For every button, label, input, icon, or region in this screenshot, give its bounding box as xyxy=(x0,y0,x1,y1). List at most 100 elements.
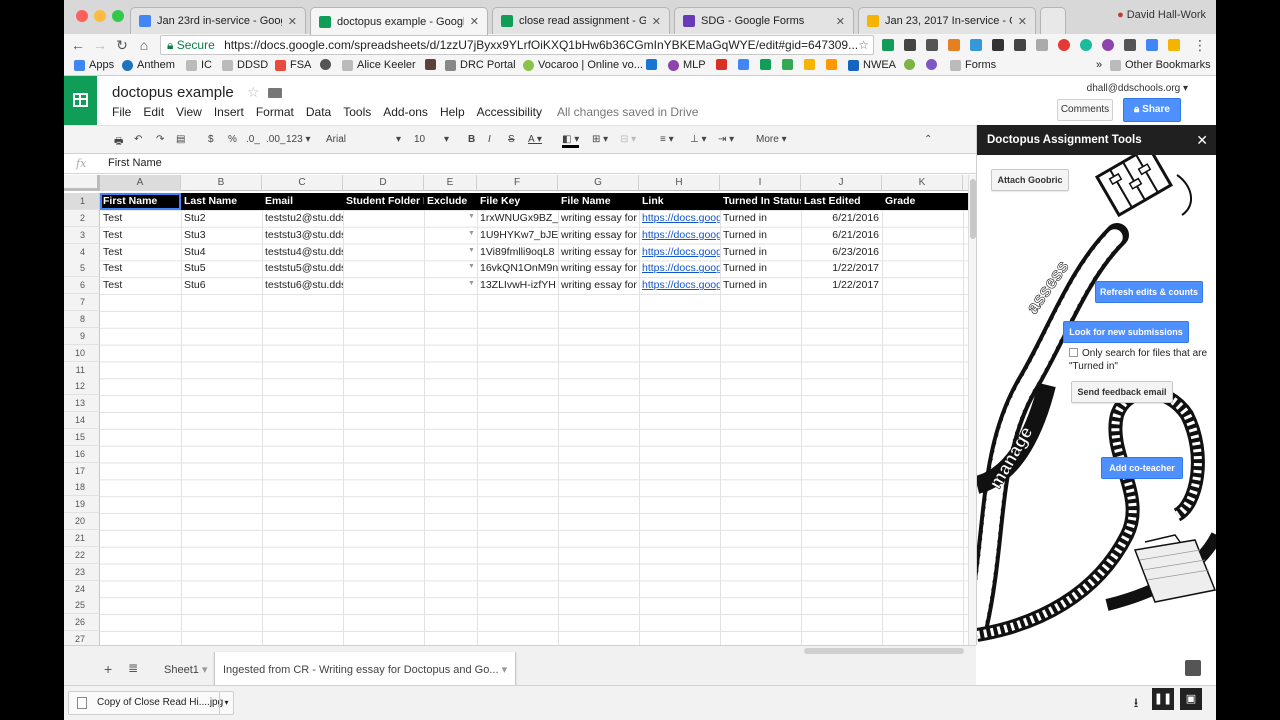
row-header[interactable]: 19 xyxy=(64,496,100,514)
table-cell[interactable]: 6/21/2016 xyxy=(801,210,882,227)
dropdown-arrow-icon[interactable]: ▼ xyxy=(468,280,475,287)
k-bookmark-icon[interactable] xyxy=(425,59,440,70)
table-cell[interactable]: Test xyxy=(100,260,181,277)
bookmark-nwea[interactable]: NWEA xyxy=(848,59,896,71)
table-cell[interactable]: Turned in xyxy=(720,260,801,277)
browser-tab-4[interactable]: SDG - Google Forms ✕ xyxy=(674,7,854,34)
bookmark-mlp[interactable]: MLP xyxy=(668,59,706,71)
table-cell[interactable] xyxy=(882,277,963,294)
table-cell[interactable] xyxy=(882,227,963,244)
row-header[interactable]: 26 xyxy=(64,614,100,632)
header-cell[interactable]: Link xyxy=(639,193,720,210)
table-cell[interactable]: 1/22/2017 xyxy=(801,260,882,277)
close-tab-icon[interactable]: ✕ xyxy=(1018,15,1027,28)
column-header-i[interactable]: I xyxy=(720,175,801,191)
table-cell[interactable] xyxy=(882,244,963,261)
column-header-f[interactable]: F xyxy=(477,175,558,191)
bookmark-other[interactable]: Other Bookmarks xyxy=(1110,59,1211,71)
home-icon[interactable]: ⌂ xyxy=(134,36,154,54)
bold-icon[interactable]: B xyxy=(468,134,475,145)
menu-edit[interactable]: Edit xyxy=(143,105,164,121)
bookmark-anthem[interactable]: Anthem xyxy=(122,59,175,71)
calendar-bookmark-icon[interactable] xyxy=(738,59,753,70)
increase-decimal-button[interactable]: .00_ xyxy=(266,134,285,145)
row-header[interactable]: 6 xyxy=(64,277,100,295)
forward-arrow-icon[interactable]: → xyxy=(90,36,110,54)
column-header-k[interactable]: K xyxy=(882,175,963,191)
header-cell[interactable]: Email xyxy=(262,193,343,210)
browser-tab-1[interactable]: Jan 23rd in-service - Google D ✕ xyxy=(130,7,306,34)
row-header[interactable]: 18 xyxy=(64,479,100,497)
table-cell[interactable] xyxy=(343,227,424,244)
share-button[interactable]: 🔒︎ Share xyxy=(1123,98,1181,122)
row-header[interactable]: 9 xyxy=(64,327,100,345)
column-header-h[interactable]: H xyxy=(639,175,720,191)
extension-icon[interactable] xyxy=(1168,39,1180,51)
header-cell[interactable]: Student Folder K xyxy=(343,193,424,210)
row-header[interactable]: 23 xyxy=(64,563,100,581)
picture-in-picture-icon[interactable]: ▣ xyxy=(1180,688,1202,710)
browser-tab-2[interactable]: doctopus example - Google Sh ✕ xyxy=(310,7,488,35)
sites-bookmark-icon[interactable] xyxy=(804,59,819,70)
header-cell[interactable]: Turned In Status xyxy=(720,193,801,210)
browser-tab-5[interactable]: Jan 23, 2017 In-service - Goo ✕ xyxy=(858,7,1036,34)
vertical-align-icon[interactable]: ⊥ ▾ xyxy=(690,134,707,145)
turned-in-filter[interactable]: Only search for files that are "Turned i… xyxy=(1069,347,1209,373)
row-header[interactable]: 27 xyxy=(64,631,100,645)
formula-bar[interactable]: fx First Name xyxy=(64,154,976,174)
table-cell[interactable]: Test xyxy=(100,244,181,261)
close-window-icon[interactable] xyxy=(76,10,88,22)
row-header[interactable]: 2 xyxy=(64,209,100,227)
reload-icon[interactable]: ↻ xyxy=(112,36,132,54)
menu-view[interactable]: View xyxy=(176,105,202,121)
menu-accessibility[interactable]: Accessibility xyxy=(477,105,542,121)
table-cell[interactable]: writing essay for xyxy=(558,260,639,277)
header-cell[interactable]: First Name xyxy=(100,193,181,210)
row-header[interactable]: 8 xyxy=(64,310,100,328)
table-cell[interactable]: 1Vi89fmlli9oqL8 xyxy=(477,244,558,261)
scrollbar-thumb[interactable] xyxy=(804,648,964,654)
sheet-tab-sheet1[interactable]: Sheet1 ▾ xyxy=(156,652,215,686)
zoom-window-icon[interactable] xyxy=(112,10,124,22)
spreadsheet-grid[interactable]: A B C D E F G H I J K 1 2 3 4 5 6 7 8 9 10 11 12 13 1… xyxy=(64,175,968,645)
header-cell[interactable]: Last Name xyxy=(181,193,262,210)
new-tab-button[interactable] xyxy=(1040,7,1066,34)
attach-goobric-button[interactable]: Attach Goobric xyxy=(991,169,1069,191)
column-header-b[interactable]: B xyxy=(181,175,262,191)
extension-icon[interactable] xyxy=(1058,39,1070,51)
print-icon[interactable]: 🖶︎ xyxy=(114,134,123,151)
bookmark-star-icon[interactable]: ☆ xyxy=(858,36,869,54)
menu-file[interactable]: File xyxy=(112,105,131,121)
table-cell[interactable]: 6/21/2016 xyxy=(801,227,882,244)
dropdown-arrow-icon[interactable]: ▼ xyxy=(468,230,475,237)
row-header[interactable]: 12 xyxy=(64,378,100,396)
add-sheet-icon[interactable]: + xyxy=(104,661,112,677)
all-sheets-icon[interactable]: ≣ xyxy=(128,661,138,675)
row-header[interactable]: 21 xyxy=(64,530,100,547)
select-all-corner[interactable] xyxy=(64,175,100,191)
table-cell[interactable]: Stu2 xyxy=(181,210,262,227)
text-color-icon[interactable]: A ▾ xyxy=(528,134,542,145)
bookmark-forms[interactable]: Forms xyxy=(950,59,996,71)
cell-area[interactable]: First Name Last Name Email Student Folder K… xyxy=(100,193,968,645)
row-header[interactable]: 16 xyxy=(64,445,100,463)
row-header[interactable]: 10 xyxy=(64,344,100,362)
header-cell[interactable]: Last Edited xyxy=(801,193,882,210)
paint-format-icon[interactable]: ▤ xyxy=(176,134,185,145)
extension-icon[interactable] xyxy=(970,39,982,51)
vertical-scrollbar[interactable] xyxy=(968,175,976,645)
row-header[interactable]: 25 xyxy=(64,597,100,615)
download-arrow-icon[interactable]: ⭳ xyxy=(1124,691,1148,715)
dropdown-arrow-icon[interactable]: ▼ xyxy=(468,247,475,254)
menu-tools[interactable]: Tools xyxy=(343,105,371,121)
address-bar[interactable]: 🔒︎ Secure https://docs.google.com/spread… xyxy=(160,35,874,55)
column-header-d[interactable]: D xyxy=(343,175,424,191)
collapse-chevron-icon[interactable]: ⌃ xyxy=(924,134,932,145)
refresh-edits-button[interactable]: Refresh edits & counts xyxy=(1095,281,1203,303)
chart-bookmark-icon[interactable] xyxy=(826,59,841,70)
bookmark-fsa[interactable]: FSA xyxy=(275,59,311,71)
extension-icon[interactable] xyxy=(1014,39,1026,51)
menu-insert[interactable]: Insert xyxy=(214,105,244,121)
table-cell[interactable]: https://docs.goog xyxy=(639,277,720,294)
table-cell[interactable]: https://docs.goog xyxy=(639,227,720,244)
